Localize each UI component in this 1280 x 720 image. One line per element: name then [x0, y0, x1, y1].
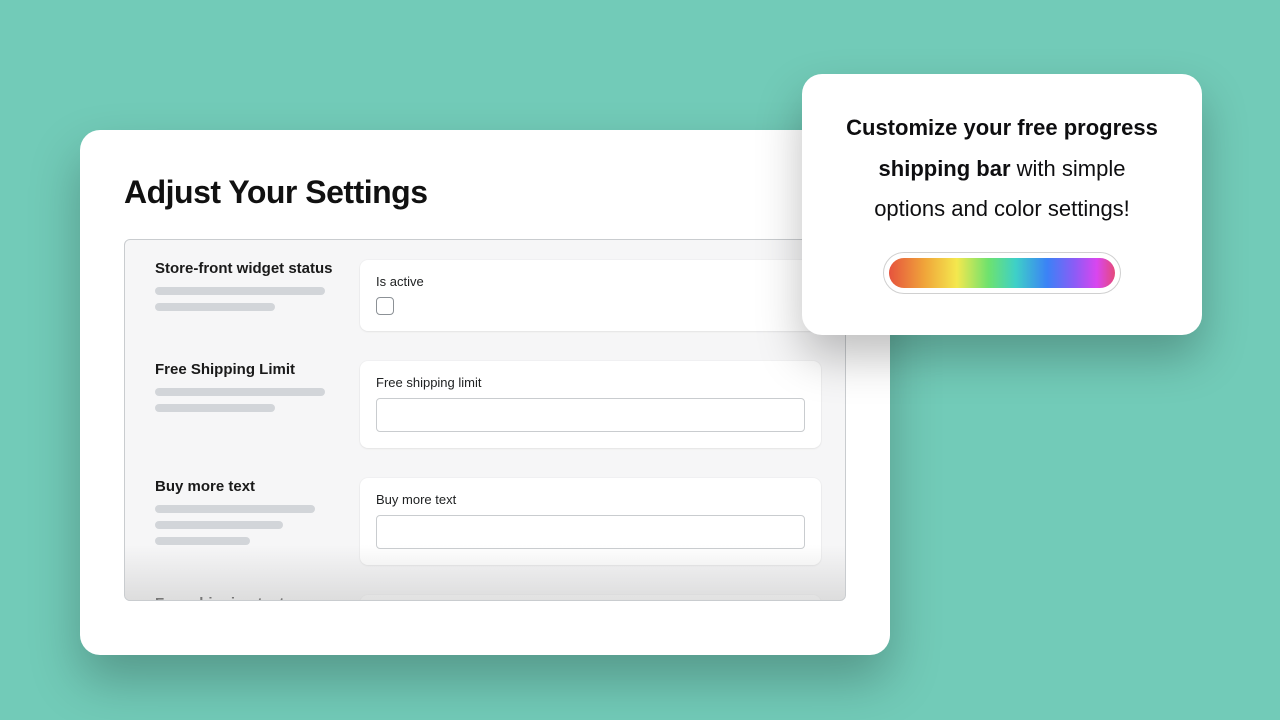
buy-more-text-input[interactable] — [376, 515, 805, 549]
promo-callout: Customize your free progress shipping ba… — [802, 74, 1202, 335]
skeleton-line — [155, 505, 315, 513]
page-title: Adjust Your Settings — [124, 174, 846, 211]
settings-card: Adjust Your Settings Store-front widget … — [80, 130, 890, 655]
setting-row-widget-status: Store-front widget status Is active — [125, 240, 845, 341]
settings-panel: Store-front widget status Is active Free… — [124, 239, 846, 601]
skeleton-line — [155, 537, 250, 545]
skeleton-line — [155, 521, 283, 529]
setting-row-buy-more: Buy more text Buy more text — [125, 458, 845, 575]
setting-card-widget-status: Is active — [360, 260, 821, 331]
skeleton-line — [155, 287, 325, 295]
setting-label: Store-front widget status — [155, 260, 340, 277]
setting-card-buy-more: Buy more text — [360, 478, 821, 565]
field-label: Free shipping limit — [376, 375, 805, 390]
field-label: Buy more text — [376, 492, 805, 507]
setting-card-shipping-limit: Free shipping limit — [360, 361, 821, 448]
setting-left: Store-front widget status — [155, 260, 340, 331]
setting-left: Buy more text — [155, 478, 340, 565]
setting-label: Free shipping text — [155, 595, 340, 601]
color-gradient-icon — [889, 258, 1115, 288]
skeleton-line — [155, 404, 275, 412]
setting-label: Free Shipping Limit — [155, 361, 340, 378]
callout-text: Customize your free progress shipping ba… — [842, 108, 1162, 230]
setting-left: Free Shipping Limit — [155, 361, 340, 448]
field-label: Is active — [376, 274, 805, 289]
skeleton-line — [155, 303, 275, 311]
setting-label: Buy more text — [155, 478, 340, 495]
skeleton-line — [155, 388, 325, 396]
setting-row-shipping-limit: Free Shipping Limit Free shipping limit — [125, 341, 845, 458]
setting-card-free-shipping-text: Free shipping text — [360, 595, 821, 601]
color-gradient-frame — [883, 252, 1121, 294]
setting-left: Free shipping text — [155, 595, 340, 601]
setting-row-free-shipping-text: Free shipping text Free shipping text — [125, 575, 845, 601]
is-active-checkbox[interactable] — [376, 297, 394, 315]
free-shipping-limit-input[interactable] — [376, 398, 805, 432]
